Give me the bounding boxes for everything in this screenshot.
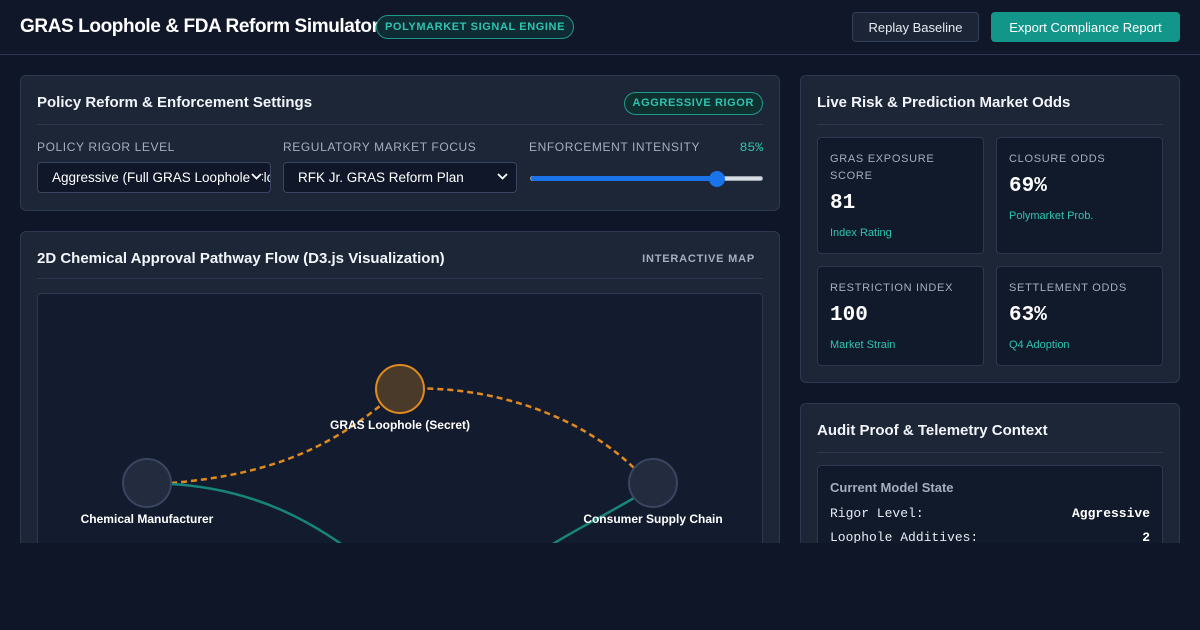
rigor-level-label: POLICY RIGOR LEVEL — [37, 140, 175, 154]
metric-label: CLOSURE ODDS — [1009, 153, 1106, 165]
state-value: Aggressive — [1071, 506, 1150, 521]
metric-value: 69% — [1009, 175, 1047, 198]
pathway-map[interactable]: GRAS Loophole (Secret) Chemical Manufact… — [37, 293, 763, 583]
manufacturer-node[interactable]: Chemical Manufacturer — [81, 458, 214, 526]
settlement-odds-card: SETTLEMENT ODDS 63% Q4 Adoption — [996, 266, 1163, 366]
closure-odds-card: CLOSURE ODDS 69% Polymarket Prob. — [996, 137, 1163, 254]
rigor-badge: AGGRESSIVE RIGOR — [623, 92, 763, 115]
approval-pathway-panel: 2D Chemical Approval Pathway Flow (D3.js… — [20, 231, 780, 591]
metric-label: GRAS EXPOSURE SCORE — [830, 153, 935, 182]
interactive-map-label: INTERACTIVE MAP — [642, 253, 755, 265]
enforcement-intensity-label: ENFORCEMENT INTENSITY — [529, 140, 701, 154]
viewport-bottom — [0, 543, 1200, 630]
replay-baseline-button[interactable]: Replay Baseline — [852, 12, 979, 42]
metric-label: RESTRICTION INDEX — [830, 282, 954, 294]
app-header: GRAS Loophole & FDA Reform Simulator POL… — [0, 0, 1200, 55]
gras-exposure-card: GRAS EXPOSURE SCORE 81 Index Rating — [817, 137, 984, 254]
panel-title: Policy Reform & Enforcement Settings — [37, 94, 313, 111]
market-focus-select[interactable]: RFK Jr. GRAS Reform Plan — [283, 162, 517, 193]
slider-fill — [531, 176, 717, 181]
market-focus-value: RFK Jr. GRAS Reform Plan — [298, 170, 464, 185]
rigor-level-value: Aggressive (Full GRAS Loophole Closure) — [52, 170, 270, 185]
enforcement-intensity-value: 85% — [739, 140, 763, 155]
pathway-graph[interactable]: GRAS Loophole (Secret) Chemical Manufact… — [38, 294, 763, 583]
gras-node-label: GRAS Loophole (Secret) — [330, 418, 470, 432]
metric-value: 63% — [1009, 304, 1047, 327]
metric-sub: Polymarket Prob. — [1009, 210, 1094, 222]
metric-value: 81 — [830, 192, 856, 215]
chevron-down-icon — [496, 163, 508, 192]
model-state-title: Current Model State — [830, 480, 954, 495]
metric-sub: Q4 Adoption — [1009, 339, 1070, 351]
divider — [817, 124, 1163, 125]
metric-value: 100 — [830, 304, 868, 327]
divider — [37, 124, 763, 125]
enforcement-intensity-slider[interactable] — [530, 171, 763, 187]
market-focus-label: REGULATORY MARKET FOCUS — [283, 140, 477, 154]
chevron-down-icon — [250, 163, 262, 192]
manufacturer-node-label: Chemical Manufacturer — [81, 512, 214, 526]
risk-odds-panel: Live Risk & Prediction Market Odds GRAS … — [800, 75, 1180, 383]
divider — [817, 452, 1163, 453]
consumer-node-label: Consumer Supply Chain — [583, 512, 722, 526]
panel-title: Audit Proof & Telemetry Context — [817, 422, 1048, 439]
metric-sub: Index Rating — [830, 227, 892, 239]
restriction-index-card: RESTRICTION INDEX 100 Market Strain — [817, 266, 984, 366]
consumer-node[interactable]: Consumer Supply Chain — [583, 458, 723, 526]
metric-label: SETTLEMENT ODDS — [1009, 282, 1127, 294]
panel-title: Live Risk & Prediction Market Odds — [817, 94, 1071, 111]
policy-settings-panel: Policy Reform & Enforcement Settings AGG… — [20, 75, 780, 211]
gras-loophole-node[interactable]: GRAS Loophole (Secret) — [330, 364, 470, 432]
rigor-level-select[interactable]: Aggressive (Full GRAS Loophole Closure) — [37, 162, 271, 193]
slider-thumb[interactable] — [709, 171, 725, 187]
signal-engine-badge: POLYMARKET SIGNAL ENGINE — [376, 15, 575, 39]
panel-title: 2D Chemical Approval Pathway Flow (D3.js… — [37, 250, 445, 267]
export-report-button[interactable]: Export Compliance Report — [991, 12, 1180, 42]
state-key: Rigor Level: — [830, 506, 924, 521]
app-title: GRAS Loophole & FDA Reform Simulator — [20, 16, 379, 37]
metric-sub: Market Strain — [830, 339, 896, 351]
divider — [37, 278, 763, 279]
